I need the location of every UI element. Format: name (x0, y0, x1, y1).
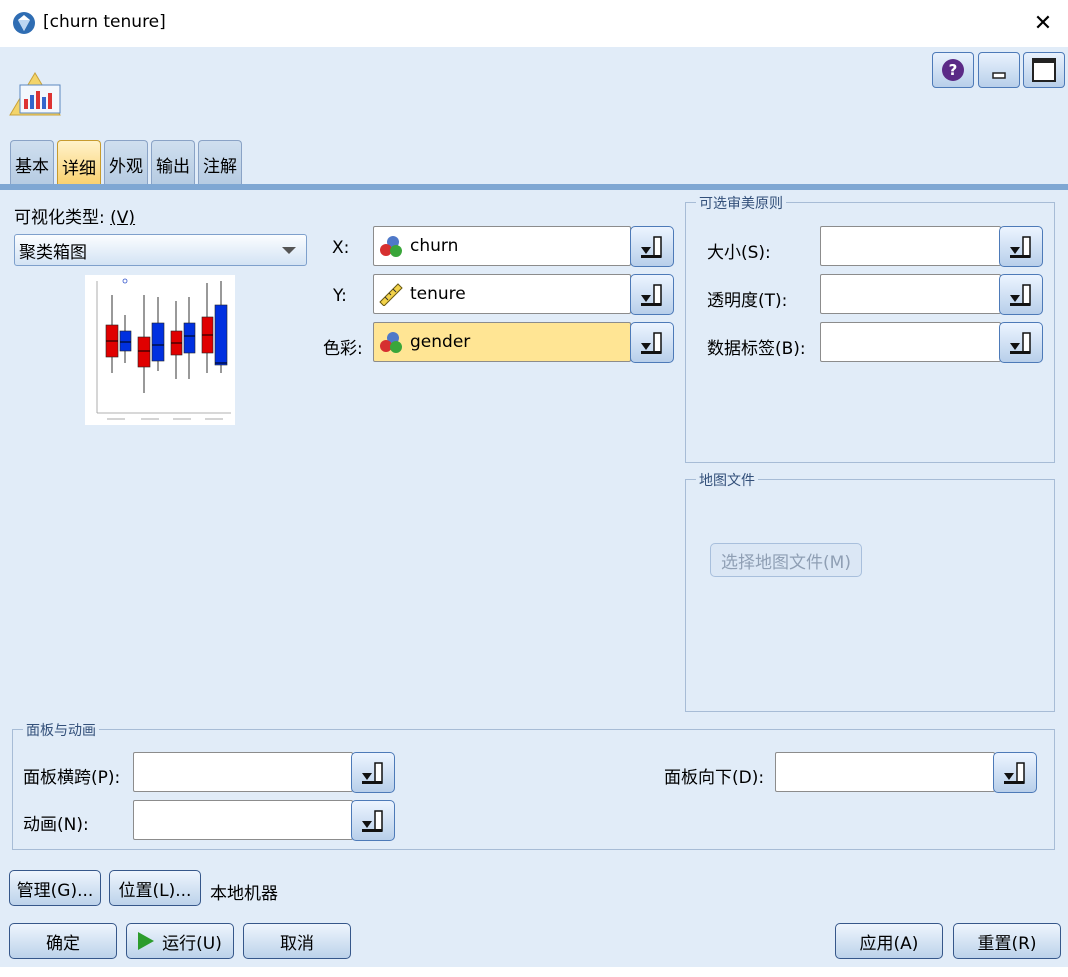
data-label-field[interactable] (820, 322, 1001, 362)
field-picker-icon (641, 283, 662, 306)
reset-button[interactable]: 重置(R) (953, 923, 1061, 959)
y-label: Y: (333, 286, 347, 306)
color-label: 色彩: (323, 339, 363, 359)
animation-label: 动画(N): (23, 815, 89, 835)
help-icon: ? (942, 59, 964, 81)
y-field[interactable]: tenure (373, 274, 631, 314)
transparency-field-picker-button[interactable] (999, 274, 1043, 315)
field-picker-icon (1010, 331, 1031, 354)
cancel-button[interactable]: 取消 (243, 923, 351, 959)
map-files-group: 地图文件 (685, 470, 1055, 712)
field-picker-icon (641, 331, 662, 354)
x-value: churn (410, 236, 459, 256)
viz-type-select[interactable]: 聚类箱图 (14, 234, 307, 266)
panel-across-field[interactable] (133, 752, 353, 792)
apply-button[interactable]: 应用(A) (835, 923, 943, 959)
window-title: [churn tenure] (43, 12, 166, 32)
field-picker-icon (641, 235, 662, 258)
title-bar: [churn tenure] ✕ (0, 0, 1068, 47)
maximize-button[interactable] (1023, 52, 1065, 88)
play-icon (138, 932, 155, 950)
panel-down-picker-button[interactable] (993, 752, 1037, 793)
close-icon[interactable]: ✕ (1022, 4, 1064, 42)
optional-aesthetics-title: 可选审美原则 (696, 193, 786, 213)
color-field[interactable]: gender (373, 322, 631, 362)
y-field-picker-button[interactable] (630, 274, 674, 315)
continuous-ruler-icon (379, 283, 403, 306)
graphboard-node-icon (9, 72, 61, 116)
size-field[interactable] (820, 226, 1001, 266)
panel-down-field[interactable] (775, 752, 995, 792)
bottom-edge (0, 967, 1068, 977)
size-field-picker-button[interactable] (999, 226, 1043, 267)
panel-across-picker-button[interactable] (351, 752, 395, 793)
app-icon (13, 12, 35, 34)
tab-annotation[interactable]: 注解 (198, 140, 242, 185)
tab-detail[interactable]: 详细 (57, 140, 101, 187)
select-map-file-button[interactable]: 选择地图文件(M) (710, 543, 862, 577)
field-picker-icon (1010, 235, 1031, 258)
panel-across-label: 面板横跨(P): (23, 768, 121, 788)
location-button[interactable]: 位置(L)... (109, 870, 201, 906)
local-machine-label: 本地机器 (210, 884, 278, 904)
size-label: 大小(S): (707, 243, 771, 263)
nominal-icon (380, 332, 402, 353)
data-label-label: 数据标签(B): (707, 339, 806, 359)
nominal-icon (380, 236, 402, 257)
tab-basic[interactable]: 基本 (10, 140, 54, 185)
chevron-down-icon (282, 247, 296, 254)
tab-underline (0, 184, 1068, 190)
x-field[interactable]: churn (373, 226, 631, 266)
field-picker-icon (1004, 761, 1025, 784)
viz-type-value: 聚类箱图 (19, 242, 87, 263)
panel-animation-title: 面板与动画 (23, 720, 99, 740)
field-picker-icon (362, 809, 383, 832)
clustered-boxplot-thumbnail (85, 275, 235, 425)
animation-field[interactable] (133, 800, 353, 840)
tab-output[interactable]: 输出 (151, 140, 195, 185)
color-value: gender (410, 332, 471, 352)
animation-picker-button[interactable] (351, 800, 395, 841)
help-button[interactable]: ? (932, 52, 974, 88)
x-label: X: (332, 238, 350, 258)
manage-button[interactable]: 管理(G)... (9, 870, 101, 906)
viz-type-label: 可视化类型: (V) (14, 208, 136, 228)
field-picker-icon (362, 761, 383, 784)
map-files-title: 地图文件 (696, 470, 758, 490)
tab-appearance[interactable]: 外观 (104, 140, 148, 185)
transparency-field[interactable] (820, 274, 1001, 314)
minimize-button[interactable] (978, 52, 1020, 88)
ok-button[interactable]: 确定 (9, 923, 117, 959)
svg-text:?: ? (949, 61, 958, 79)
y-value: tenure (410, 284, 466, 304)
color-field-picker-button[interactable] (630, 322, 674, 363)
run-button[interactable]: 运行(U) (126, 923, 234, 959)
maximize-icon (1032, 58, 1056, 82)
transparency-label: 透明度(T): (707, 291, 788, 311)
tab-strip: 基本 详细 外观 输出 注解 (10, 140, 242, 187)
dialog-body: ? 基本 详细 外观 输出 注解 可视化类型: (V) 聚类箱图 X: chur… (0, 47, 1068, 967)
panel-down-label: 面板向下(D): (664, 768, 765, 788)
minimize-icon (992, 72, 1006, 79)
x-field-picker-button[interactable] (630, 226, 674, 267)
data-label-field-picker-button[interactable] (999, 322, 1043, 363)
field-picker-icon (1010, 283, 1031, 306)
